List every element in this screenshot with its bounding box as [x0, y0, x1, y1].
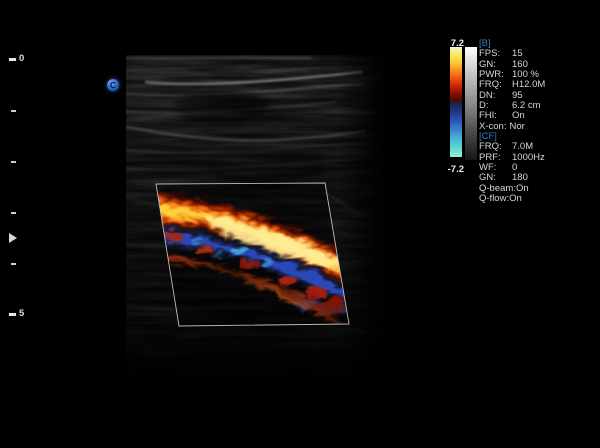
doppler-color-bar	[450, 47, 462, 157]
param-value: On	[509, 194, 522, 204]
probe-orientation-marker: C	[107, 79, 119, 91]
depth-tick	[11, 263, 16, 265]
depth-tick	[9, 313, 16, 316]
depth-tick	[11, 110, 16, 112]
depth-tick	[11, 161, 16, 163]
param-value: Nor	[509, 122, 524, 132]
param-row-qflow: Q-flow:On	[479, 194, 579, 204]
grayscale-bar	[465, 47, 477, 160]
ultrasound-image	[126, 55, 438, 391]
depth-label-0: 0	[19, 54, 31, 64]
param-label: Q-flow:	[479, 194, 509, 204]
ultrasound-display: 0 5 C	[0, 0, 600, 448]
depth-tick	[11, 212, 16, 214]
depth-tick	[9, 58, 16, 61]
velocity-scale-min: -7.2	[440, 164, 464, 175]
parameter-panel: [B] FPS:15 GN:160 PWR:100 % FRQ:H12.0M D…	[479, 39, 579, 205]
depth-label-5: 5	[19, 309, 31, 319]
color-doppler-region	[151, 179, 356, 331]
focus-marker-icon	[9, 233, 17, 243]
